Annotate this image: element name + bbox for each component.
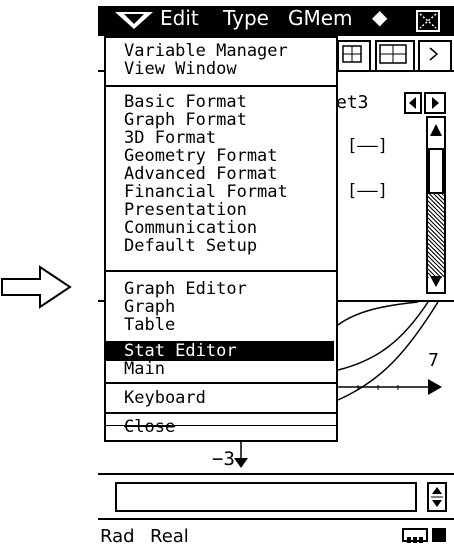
entry-scroll-icon[interactable] — [427, 482, 447, 512]
menu-gmem[interactable]: GMem — [288, 7, 353, 29]
toolbar-grid-button[interactable] — [337, 40, 371, 72]
menu-item-keyboard[interactable]: Keyboard — [124, 389, 334, 407]
scroll-up-icon[interactable] — [428, 118, 444, 144]
menu-item-financial-format[interactable]: Financial Format — [124, 183, 334, 201]
menu-item-presentation[interactable]: Presentation — [124, 201, 334, 219]
menu-item-advanced-format[interactable]: Advanced Format — [124, 165, 334, 183]
menu-divider — [104, 425, 338, 426]
sheet-tab-label: et3 — [336, 92, 369, 113]
menu-icon[interactable] — [112, 9, 156, 33]
menu-item-communication[interactable]: Communication — [124, 219, 334, 237]
menu-item-stat-editor-label: Stat Editor — [124, 341, 237, 361]
graph-axis-label: −3 — [212, 448, 235, 470]
menu-divider — [104, 412, 338, 414]
menu-item-close[interactable]: Close — [124, 417, 175, 437]
menu-item-geometry-format[interactable]: Geometry Format — [124, 147, 334, 165]
tab-left-icon[interactable] — [404, 92, 422, 114]
menu-item-graph[interactable]: Graph — [124, 298, 334, 316]
menu-divider — [104, 85, 338, 87]
menu-item-table[interactable]: Table — [124, 316, 334, 334]
menu-item-stat-editor[interactable]: Stat Editor — [106, 341, 334, 361]
cell-bracket: [——] — [347, 181, 388, 201]
menu-item-graph-editor[interactable]: Graph Editor — [124, 280, 334, 298]
menu-type[interactable]: Type — [223, 7, 269, 29]
toolbar-next-button[interactable] — [418, 40, 452, 72]
menu-item-variable-manager[interactable]: Variable Manager — [124, 42, 334, 60]
status-angle[interactable]: Rad — [100, 526, 135, 547]
menu-item-3d-format[interactable]: 3D Format — [124, 129, 334, 147]
graph-axis-label: 7 — [428, 350, 439, 371]
tab-right-icon[interactable] — [424, 92, 446, 114]
menu-divider — [104, 382, 338, 384]
menu-item-view-window[interactable]: View Window — [124, 60, 334, 78]
menu-edit[interactable]: Edit — [160, 7, 199, 29]
right-arrow-icon — [1, 265, 72, 309]
battery-icon — [402, 528, 428, 543]
cell-bracket: [——] — [347, 136, 388, 156]
toolbar-split-button[interactable] — [375, 40, 415, 72]
entry-field[interactable] — [115, 482, 417, 512]
resize-icon[interactable] — [416, 10, 440, 32]
menu-item-default-setup[interactable]: Default Setup — [124, 237, 334, 255]
menu-diamond[interactable]: ◆ — [372, 6, 387, 28]
menu-divider — [104, 270, 338, 272]
status-square-icon — [432, 528, 446, 542]
scrollbar-thumb[interactable] — [428, 148, 444, 194]
menu-item-graph-format[interactable]: Graph Format — [124, 111, 334, 129]
status-mode[interactable]: Real — [150, 526, 189, 547]
menu-item-basic-format[interactable]: Basic Format — [124, 93, 334, 111]
menu-item-main[interactable]: Main — [124, 360, 334, 378]
scroll-down-icon[interactable] — [428, 272, 444, 292]
